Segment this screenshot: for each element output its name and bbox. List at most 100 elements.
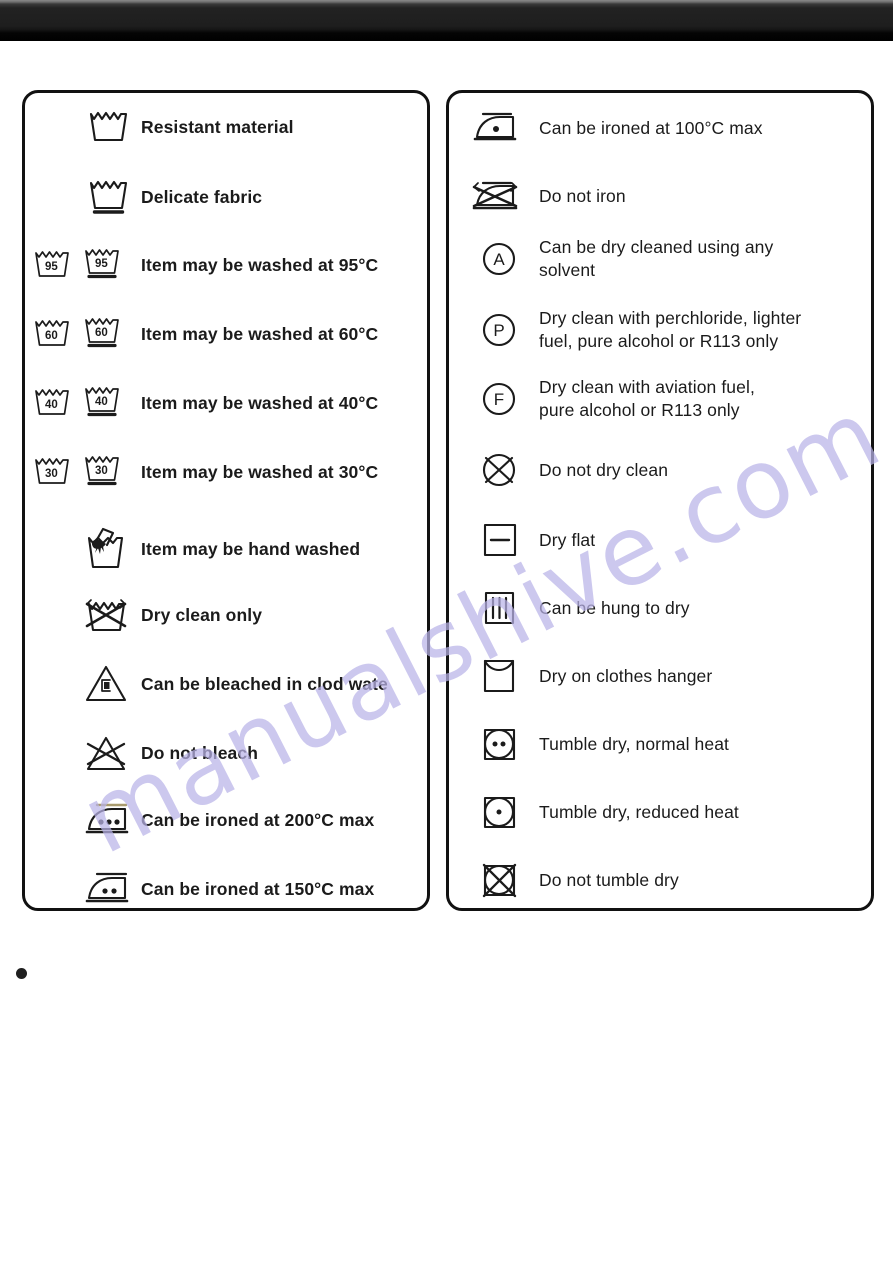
- icon-cell: [459, 653, 539, 699]
- icon-cell: F: [459, 377, 539, 421]
- care-label: Dry clean with perchloride, lighter fuel…: [539, 308, 802, 351]
- care-label: Do not iron: [539, 185, 626, 206]
- svg-text:P: P: [493, 321, 504, 340]
- svg-text:30: 30: [45, 468, 58, 480]
- top-black-bar: [0, 0, 893, 41]
- wash-tub-resistant-icon: [85, 107, 133, 147]
- care-row-bleach-cold-water: Can be bleached in clod wate: [33, 659, 435, 709]
- wash-tub-40-underline-icon: 40: [83, 383, 125, 423]
- wash-tub-95-underline-icon: 95: [83, 245, 125, 285]
- care-symbols-page: manualshive.com Resistant material Delic…: [0, 0, 893, 1263]
- care-label: Item may be hand washed: [141, 538, 361, 559]
- care-row-wash-40: 40 40 Item may be washed at 40°C: [33, 383, 435, 423]
- care-row-tumble-dry-reduced: Tumble dry, reduced heat: [459, 789, 881, 835]
- wash-tub-40-icon: 40: [33, 385, 75, 421]
- care-label: Delicate fabric: [141, 186, 263, 207]
- care-label: Item may be washed at 40°C: [141, 392, 379, 413]
- care-row-dry-clean-aviation-fuel: F Dry clean with aviation fuel, pure alc…: [459, 376, 881, 422]
- care-row-delicate-fabric: Delicate fabric: [33, 176, 435, 218]
- tumble-dry-reduced-icon: [475, 789, 523, 835]
- svg-text:60: 60: [95, 327, 108, 339]
- iron-two-dots-icon: [81, 866, 137, 912]
- bleach-triangle-cl-icon: [81, 659, 133, 709]
- care-row-hang-to-dry: Can be hung to dry: [459, 585, 881, 631]
- icon-cell: [33, 866, 141, 912]
- care-label: Can be ironed at 100°C max: [539, 117, 763, 138]
- care-label: Can be ironed at 200°C max: [141, 809, 375, 830]
- care-label: Can be dry cleaned using any solvent: [539, 237, 774, 280]
- hand-wash-icon: [81, 521, 133, 577]
- icon-cell: 95 95: [33, 245, 141, 285]
- do-not-wash-dry-clean-only-icon: [81, 590, 133, 640]
- care-label: Item may be washed at 95°C: [141, 254, 379, 275]
- care-label: Can be hung to dry: [539, 597, 690, 618]
- iron-three-dots-icon: [81, 797, 137, 843]
- svg-text:A: A: [493, 250, 505, 269]
- icon-cell: [459, 721, 539, 767]
- care-row-wash-95: 95 95 Item may be washed at 95°C: [33, 245, 435, 285]
- bullet-dot-icon: [16, 968, 27, 979]
- care-row-do-not-dry-clean: Do not dry clean: [459, 448, 881, 492]
- care-row-hand-wash: Item may be hand washed: [33, 521, 435, 577]
- dry-clean-a-icon: A: [475, 237, 523, 281]
- care-row-resistant-material: Resistant material: [33, 107, 435, 147]
- care-row-tumble-dry-normal: Tumble dry, normal heat: [459, 721, 881, 767]
- tumble-dry-normal-icon: [475, 721, 523, 767]
- icon-cell: A: [459, 237, 539, 281]
- care-label: Item may be washed at 30°C: [141, 461, 379, 482]
- footer-bullet-item: [16, 968, 37, 979]
- dry-flat-icon: [475, 517, 523, 563]
- care-label: Item may be washed at 60°C: [141, 323, 379, 344]
- svg-text:30: 30: [95, 465, 108, 477]
- care-label: Do not bleach: [141, 742, 258, 763]
- care-label: Can be bleached in clod wate: [141, 673, 388, 694]
- wash-tub-95-icon: 95: [33, 247, 75, 283]
- care-row-iron-100: Can be ironed at 100°C max: [459, 105, 881, 151]
- left-symbols-panel: Resistant material Delicate fabric 95 95…: [22, 90, 430, 911]
- care-row-wash-60: 60 60 Item may be washed at 60°C: [33, 314, 435, 354]
- svg-text:40: 40: [45, 399, 58, 411]
- care-row-dry-clean-only: Dry clean only: [33, 590, 435, 640]
- svg-text:95: 95: [45, 261, 58, 273]
- icon-cell: [459, 173, 539, 219]
- hang-to-dry-icon: [475, 585, 523, 631]
- icon-cell: [459, 105, 539, 151]
- dry-clean-p-icon: P: [475, 308, 523, 352]
- do-not-tumble-dry-icon: [475, 857, 523, 903]
- care-row-do-not-iron: Do not iron: [459, 173, 881, 219]
- svg-text:F: F: [494, 390, 504, 409]
- icon-cell: [33, 659, 141, 709]
- care-row-iron-200: Can be ironed at 200°C max: [33, 797, 435, 843]
- care-row-dry-clean-perchloride: P Dry clean with perchloride, lighter fu…: [459, 307, 881, 353]
- icon-cell: 30 30: [33, 452, 141, 492]
- icon-cell: [459, 857, 539, 903]
- icon-cell: [33, 728, 141, 778]
- care-label: Resistant material: [141, 116, 294, 137]
- do-not-iron-icon: [469, 173, 529, 219]
- care-row-iron-150: Can be ironed at 150°C max: [33, 866, 435, 912]
- icon-cell: [33, 797, 141, 843]
- care-row-dry-flat: Dry flat: [459, 517, 881, 563]
- iron-one-dot-icon: [469, 105, 529, 151]
- care-row-do-not-bleach: Do not bleach: [33, 728, 435, 778]
- icon-cell: [459, 789, 539, 835]
- wash-tub-60-underline-icon: 60: [83, 314, 125, 354]
- care-row-wash-30: 30 30 Item may be washed at 30°C: [33, 452, 435, 492]
- svg-text:95: 95: [95, 258, 108, 270]
- icon-cell: 60 60: [33, 314, 141, 354]
- wash-tub-delicate-icon: [85, 176, 133, 218]
- do-not-dry-clean-icon: [475, 448, 523, 492]
- care-label: Do not tumble dry: [539, 869, 679, 890]
- icon-cell: [33, 590, 141, 640]
- do-not-bleach-icon: [81, 728, 133, 778]
- wash-tub-60-icon: 60: [33, 316, 75, 352]
- icon-cell: [459, 517, 539, 563]
- care-row-do-not-tumble-dry: Do not tumble dry: [459, 857, 881, 903]
- icon-cell: [459, 448, 539, 492]
- care-label: Tumble dry, normal heat: [539, 733, 730, 754]
- svg-text:40: 40: [95, 396, 108, 408]
- icon-cell: [33, 521, 141, 577]
- care-label: Dry clean with aviation fuel, pure alcoh…: [539, 377, 755, 420]
- care-row-dry-clean-any-solvent: A Can be dry cleaned using any solvent: [459, 236, 881, 282]
- care-label: Can be ironed at 150°C max: [141, 878, 375, 899]
